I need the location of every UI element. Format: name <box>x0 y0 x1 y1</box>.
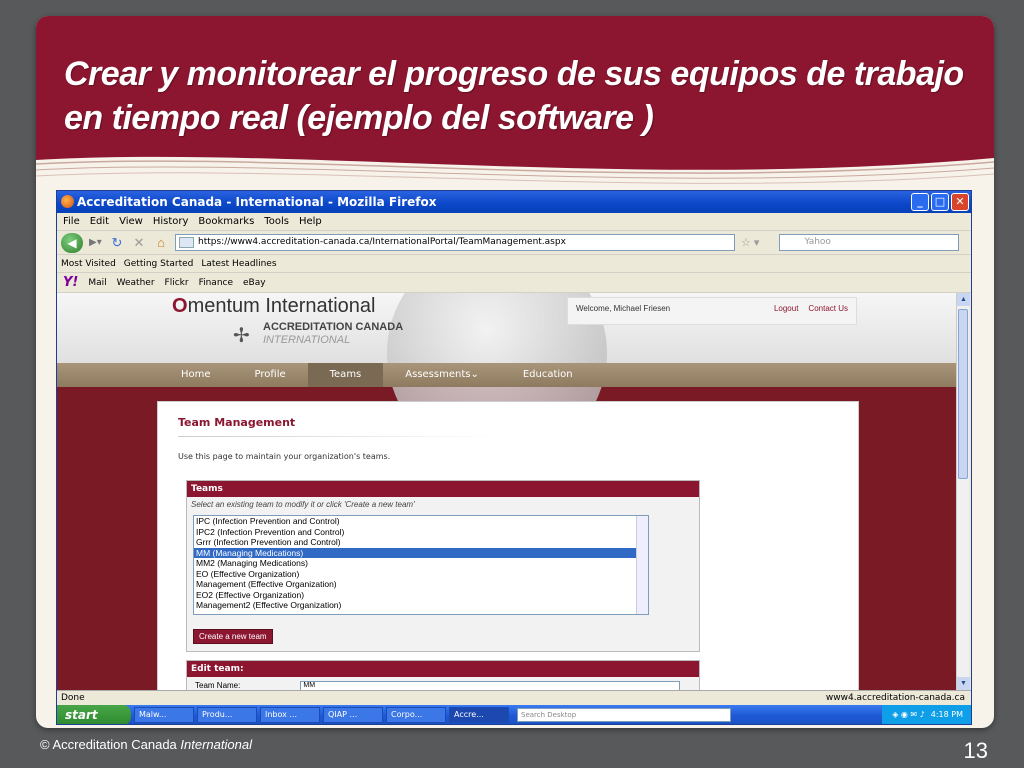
menu-help[interactable]: Help <box>299 213 322 230</box>
team-management-card: Team Management Use this page to maintai… <box>157 401 859 690</box>
yahoo-logo-icon[interactable]: Y! <box>63 273 78 292</box>
accreditation-logo: ACCREDITATION CANADA INTERNATIONAL <box>263 321 404 346</box>
bookmark-most-visited[interactable]: Most Visited <box>61 255 116 272</box>
url-text: https://www4.accreditation-canada.ca/Int… <box>198 237 566 247</box>
team-name-input[interactable]: MM <box>300 681 681 690</box>
site-identity-icon[interactable] <box>179 237 194 248</box>
teams-hint: Select an existing team to modify it or … <box>191 500 415 509</box>
scroll-up-icon[interactable]: ▲ <box>957 293 970 306</box>
nav-teams[interactable]: Teams <box>307 363 384 387</box>
welcome-text: Welcome, Michael Friesen <box>576 304 671 313</box>
bookmarks-toolbar: Most Visited Getting Started Latest Head… <box>57 255 971 273</box>
web-page: Omentum International ✢ ACCREDITATION CA… <box>57 293 957 690</box>
intro-text: Use this page to maintain your organizat… <box>178 452 391 461</box>
system-tray: ◈ ◉ ✉ ♪ 4:18 PM <box>882 705 971 724</box>
team-name-label: Team Name: <box>195 681 241 690</box>
start-button[interactable]: start <box>57 705 131 724</box>
team-option[interactable]: EO (Effective Organization) <box>194 569 648 580</box>
stop-icon[interactable]: ✕ <box>131 235 147 251</box>
slide-footer: © Accreditation Canada International <box>40 737 252 752</box>
home-icon[interactable]: ⌂ <box>153 235 169 251</box>
menu-tools[interactable]: Tools <box>264 213 289 230</box>
status-text: Done <box>61 693 85 703</box>
teams-listbox[interactable]: IPC (Infection Prevention and Control) I… <box>193 515 649 615</box>
welcome-box: Welcome, Michael Friesen Logout Contact … <box>567 297 857 325</box>
yahoo-finance[interactable]: Finance <box>199 273 233 292</box>
team-option[interactable]: EO2 (Effective Organization) <box>194 590 648 601</box>
yahoo-flickr[interactable]: Flickr <box>165 273 189 292</box>
back-button[interactable]: ◀ <box>61 232 83 253</box>
create-team-button[interactable]: Create a new team <box>193 629 273 644</box>
nav-assessments[interactable]: Assessments⌄ <box>383 363 501 387</box>
menu-bar: File Edit View History Bookmarks Tools H… <box>57 213 971 231</box>
menu-edit[interactable]: Edit <box>90 213 109 230</box>
status-bar: Done www4.accreditation-canada.ca <box>57 690 971 704</box>
team-option[interactable]: MM2 (Managing Medications) <box>194 558 648 569</box>
team-option[interactable]: Management2 (Effective Organization) <box>194 600 648 611</box>
slide-page-number: 13 <box>963 738 988 763</box>
maximize-button[interactable]: □ <box>931 193 949 211</box>
status-domain: www4.accreditation-canada.ca <box>825 693 965 703</box>
nav-education[interactable]: Education <box>501 363 595 387</box>
scroll-thumb[interactable] <box>958 309 968 479</box>
teams-panel: Teams Select an existing team to modify … <box>186 480 700 652</box>
bookmark-getting-started[interactable]: Getting Started <box>124 255 194 272</box>
close-button[interactable]: ✕ <box>951 193 969 211</box>
url-input[interactable]: https://www4.accreditation-canada.ca/Int… <box>175 234 735 251</box>
reload-icon[interactable]: ↻ <box>109 235 125 251</box>
menu-file[interactable]: File <box>63 213 80 230</box>
yahoo-mail[interactable]: Mail <box>88 273 106 292</box>
search-placeholder: Yahoo <box>804 237 831 247</box>
firefox-window: Accreditation Canada - International - M… <box>56 190 972 725</box>
site-header: Omentum International ✢ ACCREDITATION CA… <box>57 293 957 463</box>
navigation-toolbar: ◀ ▶▾ ↻ ✕ ⌂ https://www4.accreditation-ca… <box>57 231 971 255</box>
firefox-icon <box>61 195 74 208</box>
menu-view[interactable]: View <box>119 213 143 230</box>
nav-profile[interactable]: Profile <box>233 363 308 387</box>
taskbar-item-active[interactable]: Accre... <box>449 707 509 723</box>
forward-button[interactable]: ▶▾ <box>89 235 103 251</box>
menu-history[interactable]: History <box>153 213 189 230</box>
window-titlebar[interactable]: Accreditation Canada - International - M… <box>57 191 971 213</box>
page-scrollbar[interactable]: ▲ ▼ <box>956 293 970 690</box>
menu-bookmarks[interactable]: Bookmarks <box>198 213 254 230</box>
yahoo-toolbar: Y! Mail Weather Flickr Finance eBay <box>57 273 971 293</box>
minimize-button[interactable]: _ <box>911 193 929 211</box>
omentum-logo[interactable]: Omentum International <box>172 295 375 318</box>
desktop-search-input[interactable]: Search Desktop <box>517 708 731 722</box>
edit-team-panel: Edit team: Team Name: MM <box>186 660 700 690</box>
taskbar-item[interactable]: QIAP ... <box>323 707 383 723</box>
team-option[interactable]: Management (Effective Organization) <box>194 579 648 590</box>
yahoo-weather[interactable]: Weather <box>117 273 155 292</box>
team-option[interactable]: IPC (Infection Prevention and Control) <box>194 516 648 527</box>
taskbar-item[interactable]: Produ... <box>197 707 257 723</box>
logout-link[interactable]: Logout <box>774 304 798 318</box>
windows-taskbar: start Malw... Produ... Inbox ... QIAP ..… <box>57 705 971 724</box>
bookmark-star-icon[interactable]: ☆ ▾ <box>741 236 759 249</box>
listbox-scrollbar[interactable] <box>636 516 648 614</box>
window-title: Accreditation Canada - International - M… <box>77 195 437 209</box>
slide-title: Crear y monitorear el progreso de sus eq… <box>64 55 964 137</box>
tray-icons[interactable]: ◈ ◉ ✉ ♪ <box>892 705 925 724</box>
bookmark-latest-headlines[interactable]: Latest Headlines <box>201 255 276 272</box>
taskbar-item[interactable]: Corpo... <box>386 707 446 723</box>
scroll-down-icon[interactable]: ▼ <box>957 677 970 690</box>
taskbar-item[interactable]: Malw... <box>134 707 194 723</box>
site-nav: Home Profile Teams Assessments⌄ Educatio… <box>57 363 957 387</box>
title-divider <box>178 436 498 437</box>
maple-leaf-icon: ✢ <box>233 325 250 347</box>
nav-home[interactable]: Home <box>159 363 233 387</box>
team-option-selected[interactable]: MM (Managing Medications) <box>194 547 648 558</box>
yahoo-ebay[interactable]: eBay <box>243 273 266 292</box>
team-option[interactable]: IPC2 (Infection Prevention and Control) <box>194 527 648 538</box>
search-input[interactable]: Yahoo <box>779 234 960 251</box>
taskbar-item[interactable]: Inbox ... <box>260 707 320 723</box>
team-option[interactable]: Grrr (Infection Prevention and Control) <box>194 537 648 548</box>
clock: 4:18 PM <box>930 710 963 719</box>
contact-link[interactable]: Contact Us <box>808 304 848 318</box>
edit-team-header: Edit team: <box>187 661 699 677</box>
teams-header: Teams <box>187 481 699 497</box>
page-title: Team Management <box>178 416 296 429</box>
